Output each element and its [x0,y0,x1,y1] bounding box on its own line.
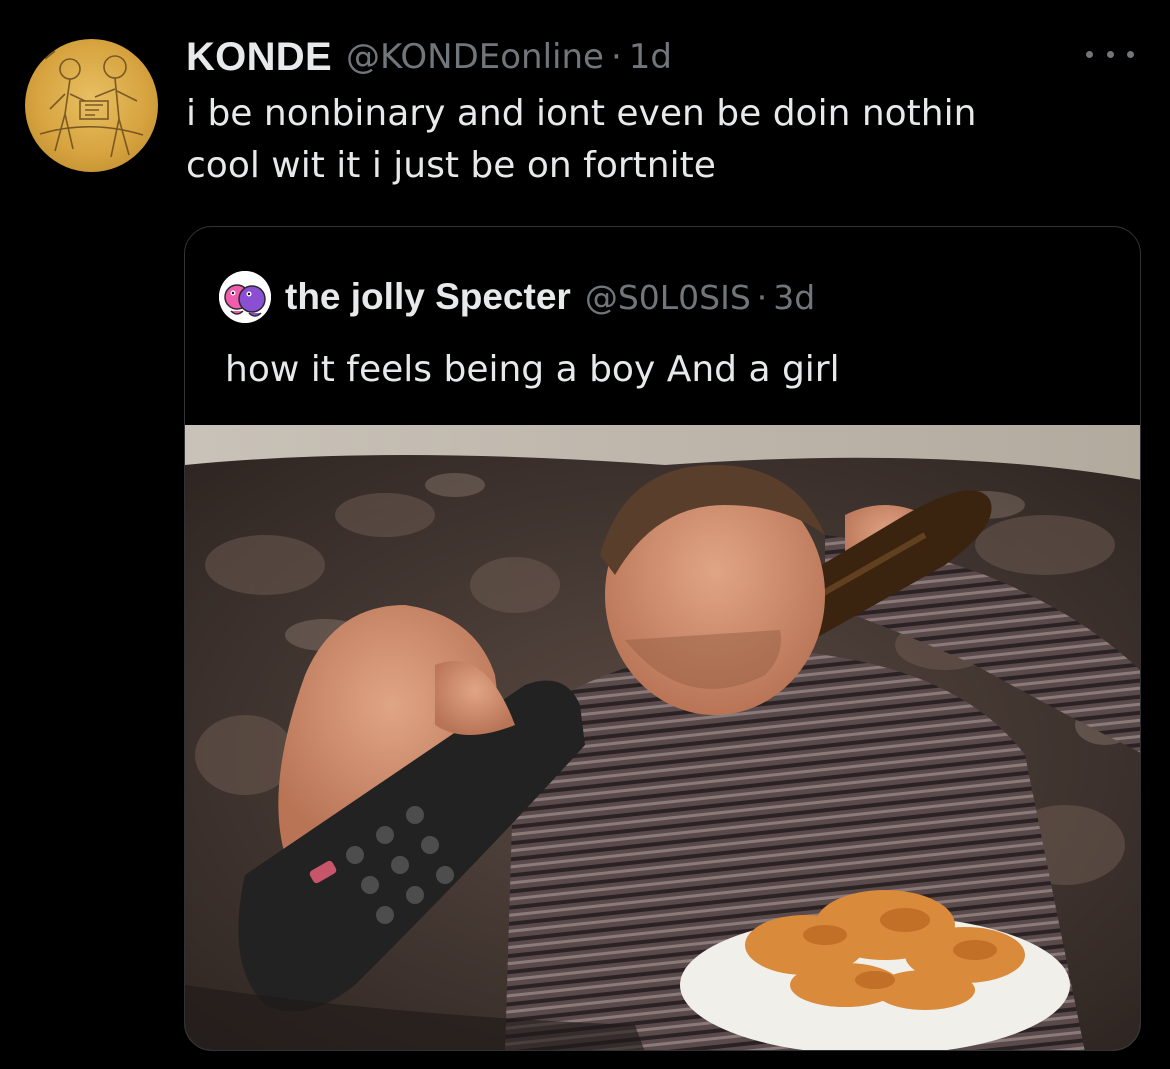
more-options-button[interactable] [1086,40,1134,68]
tweet-text-line: cool wit it i just be on fortnite [186,145,716,186]
quoted-tweet-text: how it feels being a boy And a girl [225,349,840,390]
quoted-tweet-header: the jolly Specter @S0L0SIS · 3d [219,271,815,323]
more-options-icon [1106,50,1114,58]
sketch-art-avatar-icon [39,50,144,158]
author-display-name[interactable]: KONDE [186,30,332,84]
quoted-tweet-card[interactable]: the jolly Specter @S0L0SIS · 3d how it f… [184,226,1141,1051]
header-separator: · [610,37,622,77]
tweet-timestamp[interactable]: 1d [629,30,672,84]
more-options-icon [1086,50,1093,58]
more-options-icon [1127,50,1134,58]
quoted-tweet-photo[interactable] [185,425,1140,1050]
quoted-tweet-timestamp[interactable]: 3d [773,278,815,317]
author-handle[interactable]: @KONDEonline [346,30,604,84]
quoted-header-separator: · [756,277,768,317]
quoted-author-handle[interactable]: @S0L0SIS [585,278,751,317]
photo-illustration [185,425,1140,1050]
tweet-header: KONDE @KONDEonline · 1d [186,30,672,84]
tweet-text-line: i be nonbinary and iont even be doin not… [186,93,977,134]
quoted-author-display-name[interactable]: the jolly Specter [285,276,571,318]
author-avatar[interactable] [25,39,158,172]
quoted-author-avatar[interactable] [219,271,271,323]
pink-purple-creature-avatar-icon [219,271,271,323]
tweet-text: i be nonbinary and iont even be doin not… [186,88,1106,192]
